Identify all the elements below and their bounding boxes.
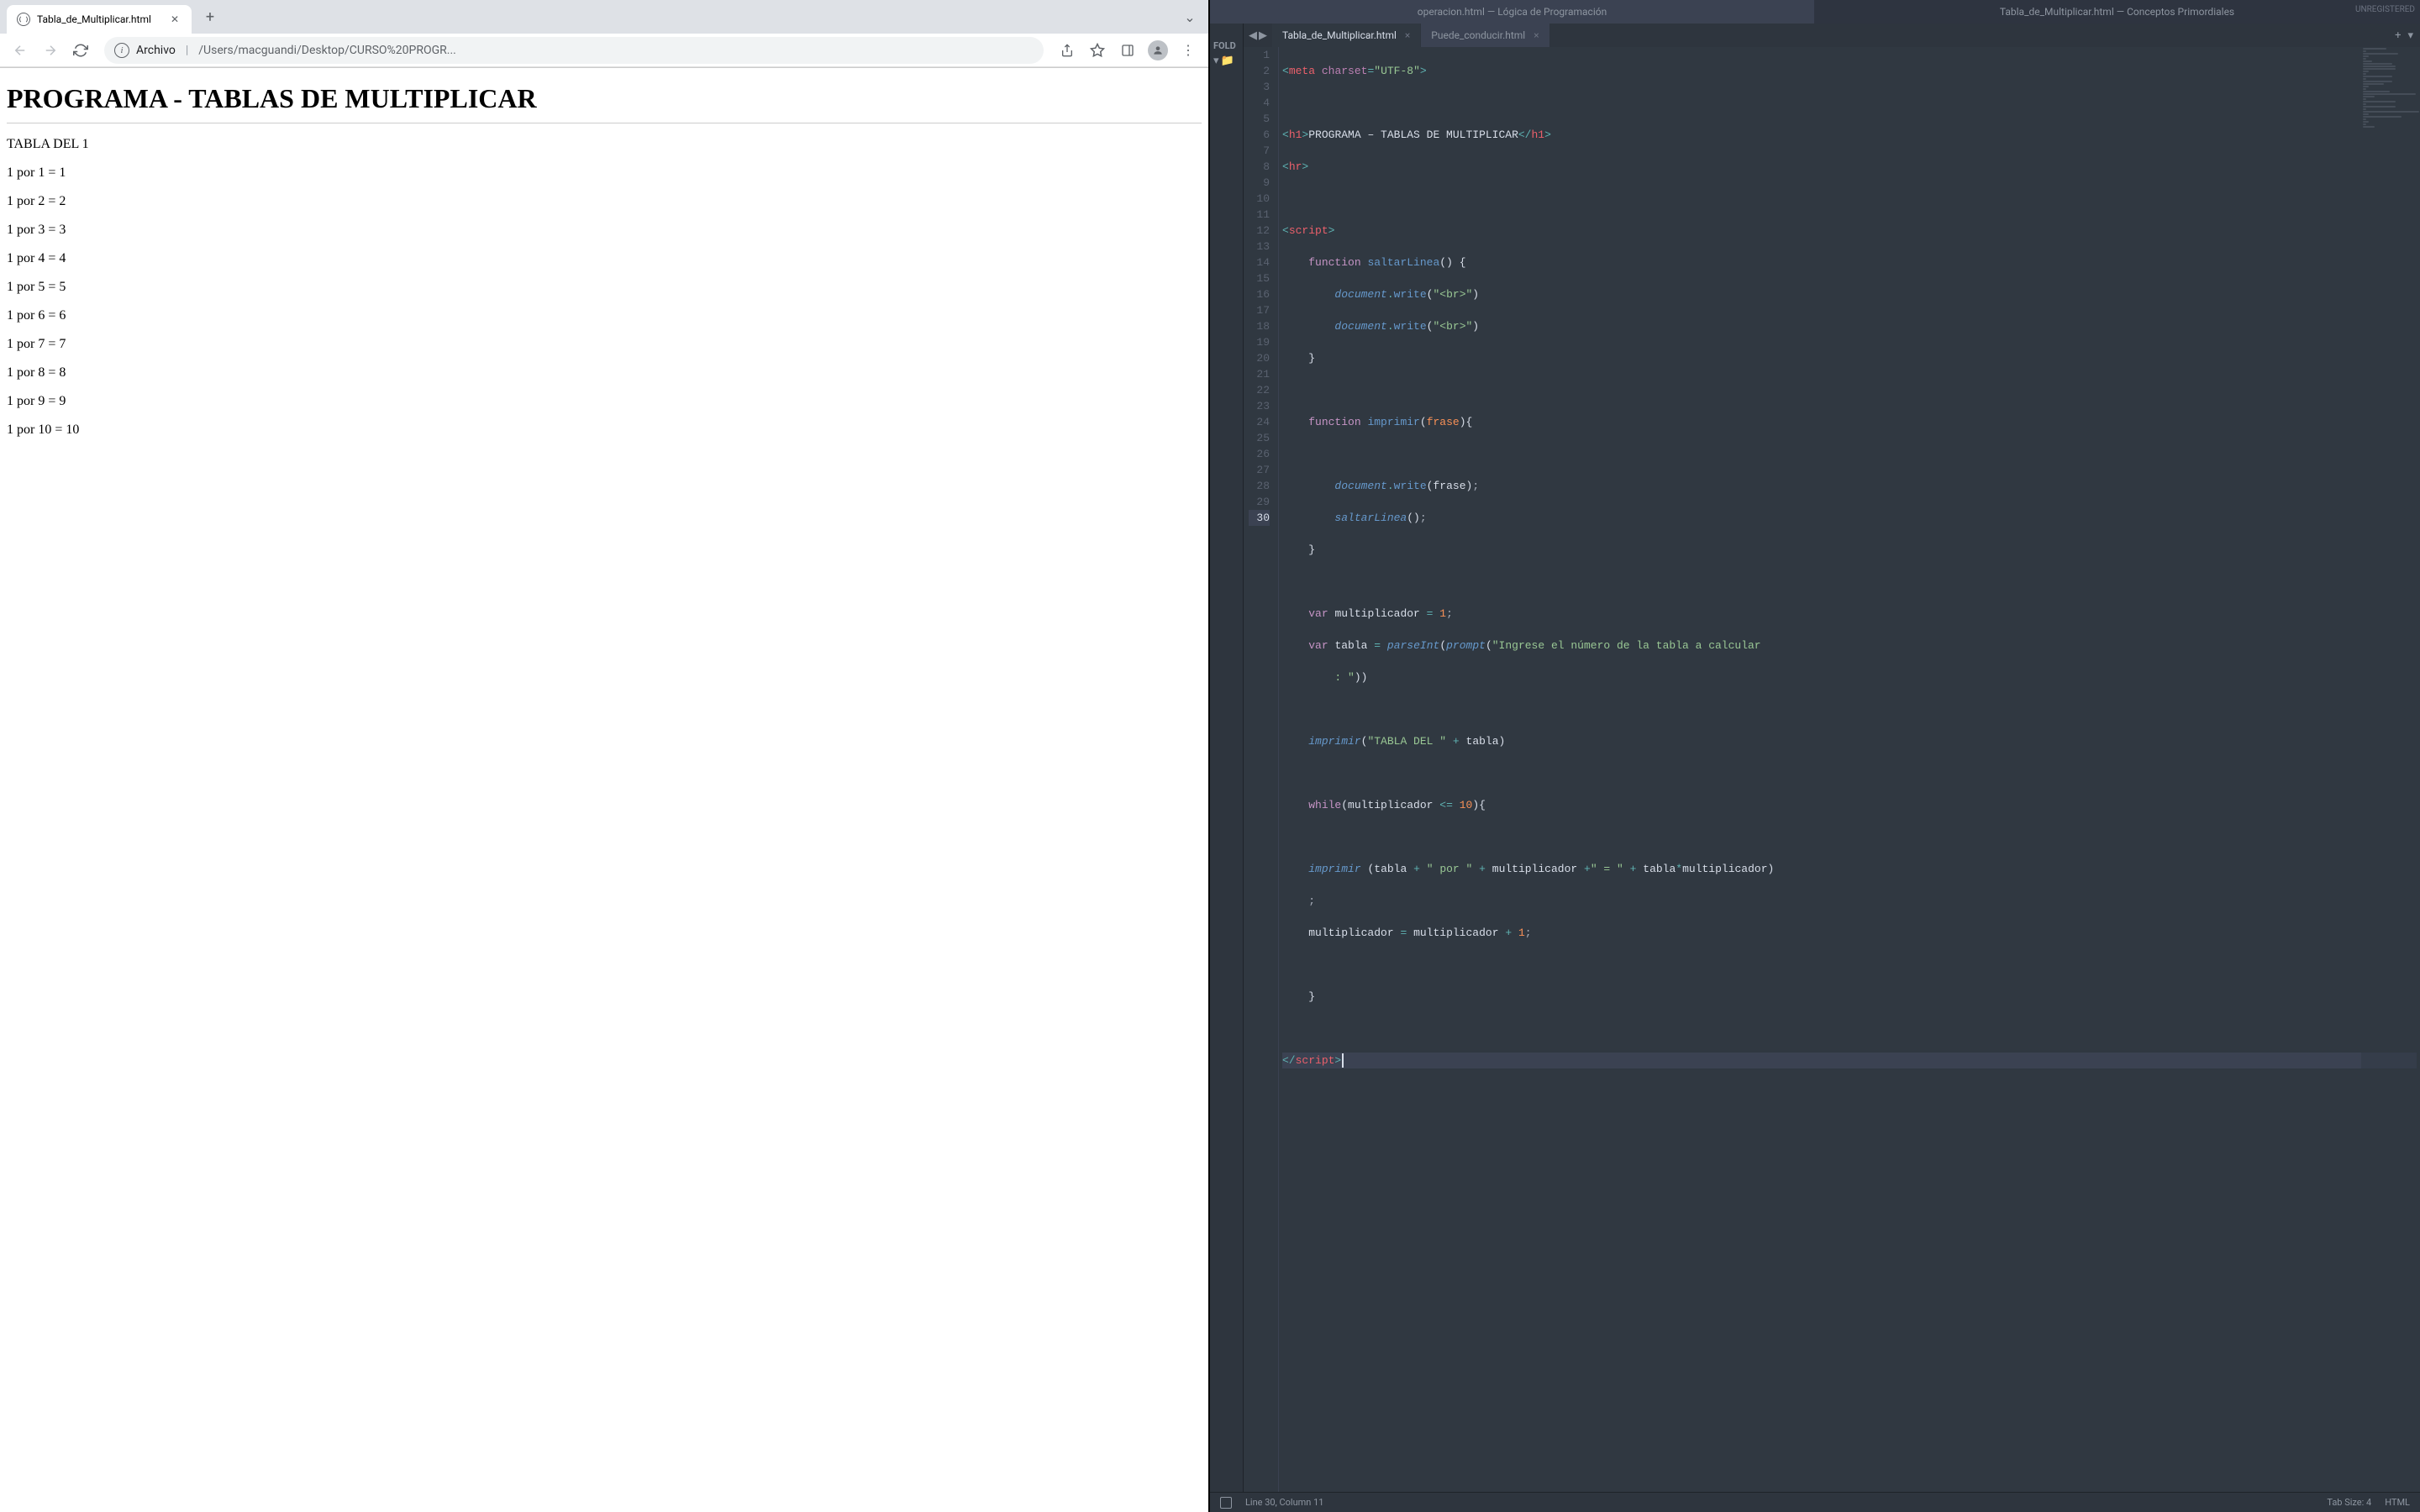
star-icon[interactable]: [1084, 37, 1111, 64]
url-path: /Users/macguandi/Desktop/CURSO%20PROGR..…: [198, 44, 456, 57]
tab-size[interactable]: Tab Size: 4: [2327, 1497, 2371, 1508]
cursor: [1342, 1053, 1344, 1068]
side-panel-icon[interactable]: [1114, 37, 1141, 64]
chevron-left-icon[interactable]: ◀: [1249, 29, 1257, 42]
folder-toggle[interactable]: ▾ 📁: [1210, 53, 1243, 69]
info-icon[interactable]: i: [114, 43, 129, 58]
file-tab-name: Puede_conducir.html: [1431, 29, 1525, 41]
status-bar: Line 30, Column 11 Tab Size: 4 HTML: [1210, 1492, 2420, 1512]
tab-title: Tabla_de_Multiplicar.html: [37, 13, 151, 25]
project-tabs: operacion.html — Lógica de Programación …: [1210, 0, 2420, 24]
share-icon[interactable]: [1054, 37, 1081, 64]
file-tab[interactable]: Tabla_de_Multiplicar.html ×: [1272, 24, 1421, 47]
cursor-position: Line 30, Column 11: [1245, 1497, 1323, 1508]
table-row: 1 por 10 = 10: [7, 423, 1202, 438]
project-tab[interactable]: operacion.html — Lógica de Programación: [1210, 0, 1815, 24]
close-icon[interactable]: ×: [1534, 29, 1539, 41]
plus-icon[interactable]: +: [2395, 29, 2401, 42]
browser-tab[interactable]: Tabla_de_Multiplicar.html ✕: [7, 5, 192, 34]
profile-avatar[interactable]: [1144, 37, 1171, 64]
editor-window: operacion.html — Lógica de Programación …: [1210, 0, 2420, 1512]
table-row: 1 por 9 = 9: [7, 394, 1202, 409]
table-row: 1 por 1 = 1: [7, 165, 1202, 181]
page-heading: PROGRAMA - TABLAS DE MULTIPLICAR: [7, 83, 1202, 114]
browser-chrome: Tabla_de_Multiplicar.html ✕ + ⌄ i Archiv…: [0, 0, 1208, 68]
project-tab[interactable]: Tabla_de_Multiplicar.html — Conceptos Pr…: [1815, 0, 2420, 24]
reload-button[interactable]: [67, 37, 94, 64]
editor-main: FOLD ▾ 📁 ◀ ▶ Tabla_de_Multiplicar.html ×…: [1210, 24, 2420, 1492]
browser-window: Tabla_de_Multiplicar.html ✕ + ⌄ i Archiv…: [0, 0, 1210, 1512]
panel-icon[interactable]: [1220, 1497, 1232, 1509]
code-area[interactable]: 1 2 3 4 5 6 7 8 9 10 11 12 13 14 15 16 1: [1244, 47, 2420, 1492]
table-header: TABLA DEL 1: [7, 137, 1202, 152]
address-bar[interactable]: i Archivo | /Users/macguandi/Desktop/CUR…: [104, 37, 1044, 64]
table-row: 1 por 3 = 3: [7, 223, 1202, 238]
close-icon[interactable]: ×: [1405, 29, 1410, 41]
globe-icon: [17, 13, 30, 26]
table-row: 1 por 8 = 8: [7, 365, 1202, 381]
forward-button[interactable]: [37, 37, 64, 64]
syntax-label[interactable]: HTML: [2385, 1497, 2410, 1508]
gutter: 1 2 3 4 5 6 7 8 9 10 11 12 13 14 15 16 1: [1244, 47, 1279, 1492]
new-tab-button[interactable]: +: [198, 5, 222, 29]
menu-icon[interactable]: ⋮: [1175, 37, 1202, 64]
tab-actions: + ▾: [2388, 29, 2420, 42]
url-separator: |: [186, 44, 188, 57]
table-row: 1 por 6 = 6: [7, 308, 1202, 323]
file-tab-name: Tabla_de_Multiplicar.html: [1282, 29, 1397, 41]
page-content[interactable]: PROGRAMA - TABLAS DE MULTIPLICAR TABLA D…: [0, 68, 1208, 1512]
table-row: 1 por 5 = 5: [7, 280, 1202, 295]
tab-dropdown-icon[interactable]: ⌄: [1178, 5, 1202, 29]
chevron-right-icon[interactable]: ▶: [1259, 29, 1267, 42]
folder-icon: 📁: [1221, 55, 1234, 67]
browser-tab-bar: Tabla_de_Multiplicar.html ✕ + ⌄: [0, 0, 1208, 34]
url-scheme: Archivo: [136, 44, 176, 57]
code-content[interactable]: <meta charset="UTF-8"> <h1>PROGRAMA – TA…: [1279, 47, 2420, 1492]
table-row: 1 por 2 = 2: [7, 194, 1202, 209]
close-icon[interactable]: ✕: [168, 13, 182, 26]
editor-pane: ◀ ▶ Tabla_de_Multiplicar.html × Puede_co…: [1244, 24, 2420, 1492]
file-tab[interactable]: Puede_conducir.html ×: [1421, 24, 1549, 47]
chevron-down-icon: ▾: [1213, 55, 1219, 67]
sidebar[interactable]: FOLD ▾ 📁: [1210, 24, 1244, 1492]
chevron-down-icon[interactable]: ▾: [2407, 29, 2413, 42]
back-button[interactable]: [7, 37, 34, 64]
nav-arrows[interactable]: ◀ ▶: [1244, 29, 1272, 42]
sidebar-folders-label: FOLD: [1210, 39, 1243, 53]
browser-toolbar: i Archivo | /Users/macguandi/Desktop/CUR…: [0, 34, 1208, 67]
unregistered-label: UNREGISTERED: [2355, 5, 2415, 14]
file-tabs: ◀ ▶ Tabla_de_Multiplicar.html × Puede_co…: [1244, 24, 2420, 47]
table-row: 1 por 4 = 4: [7, 251, 1202, 266]
table-row: 1 por 7 = 7: [7, 337, 1202, 352]
